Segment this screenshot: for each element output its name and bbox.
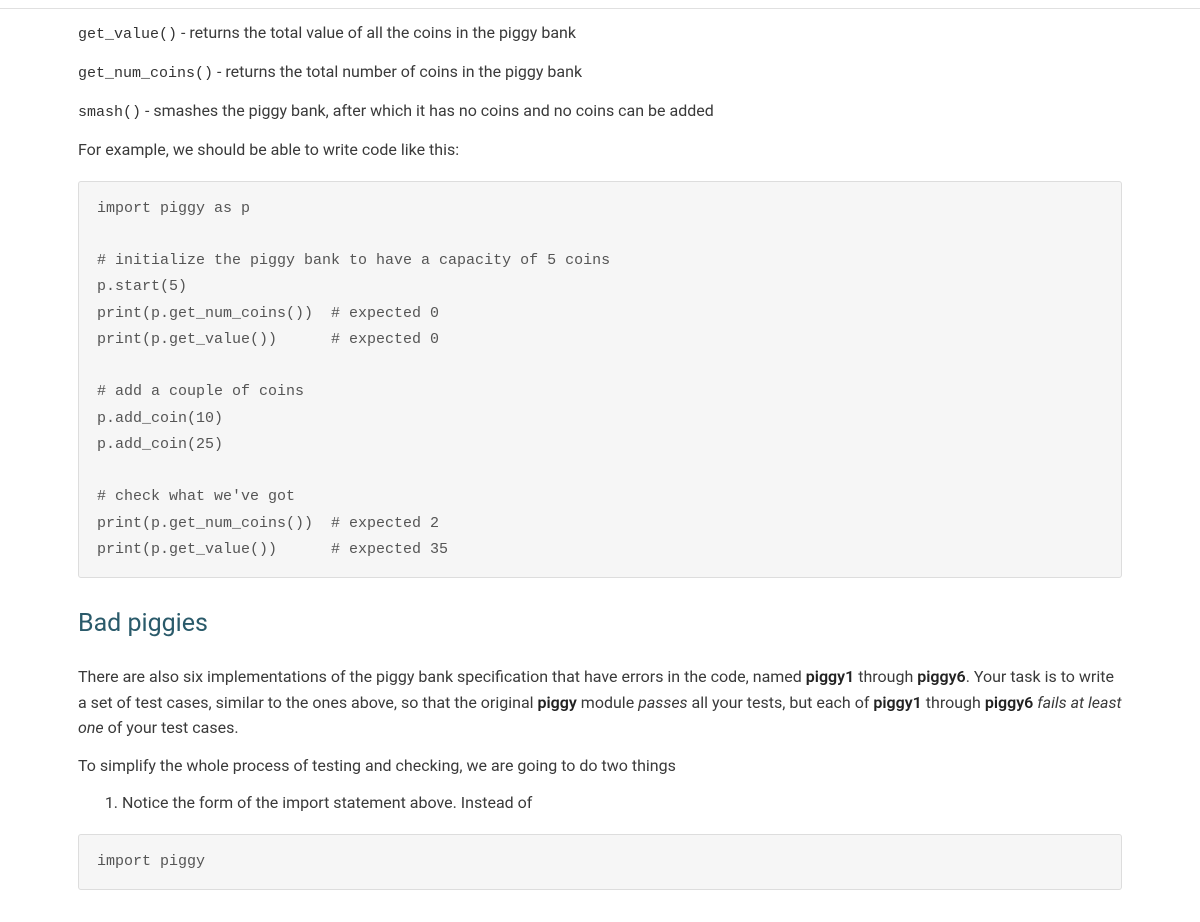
document-body: get_value() - returns the total value of… xyxy=(38,0,1162,922)
section-heading-bad-piggies: Bad piggies xyxy=(78,604,1122,644)
module-name: piggy6 xyxy=(985,693,1033,712)
simplify-intro: To simplify the whole process of testing… xyxy=(78,753,1122,779)
text-run: of your test cases. xyxy=(104,718,239,737)
module-name: piggy1 xyxy=(873,693,921,712)
code-example-block: import piggy as p # initialize the piggy… xyxy=(78,181,1122,579)
method-signature: smash() xyxy=(78,104,141,121)
text-run: module xyxy=(577,693,638,712)
text-run: There are also six implementations of th… xyxy=(78,667,806,686)
method-signature: get_value() xyxy=(78,26,177,43)
module-name: piggy1 xyxy=(806,667,854,686)
text-run: through xyxy=(922,693,985,712)
method-get-value: get_value() - returns the total value of… xyxy=(78,20,1122,47)
module-name: piggy xyxy=(538,693,577,712)
code-import-block: import piggy xyxy=(78,834,1122,890)
text-run: through xyxy=(854,667,917,686)
module-name: piggy6 xyxy=(917,667,965,686)
text-run: all your tests, but each of xyxy=(688,693,874,712)
page-divider xyxy=(0,8,1200,9)
method-smash: smash() - smashes the piggy bank, after … xyxy=(78,98,1122,125)
method-description: - returns the total value of all the coi… xyxy=(177,23,576,42)
method-signature: get_num_coins() xyxy=(78,65,213,82)
method-description: - smashes the piggy bank, after which it… xyxy=(141,101,714,120)
list-item: Notice the form of the import statement … xyxy=(122,790,1122,816)
example-intro: For example, we should be able to write … xyxy=(78,137,1122,163)
method-get-num-coins: get_num_coins() - returns the total numb… xyxy=(78,59,1122,86)
emphasis: passes xyxy=(638,693,687,712)
method-description: - returns the total number of coins in t… xyxy=(213,62,582,81)
bad-piggies-paragraph: There are also six implementations of th… xyxy=(78,664,1122,741)
ordered-list: Notice the form of the import statement … xyxy=(78,790,1122,816)
